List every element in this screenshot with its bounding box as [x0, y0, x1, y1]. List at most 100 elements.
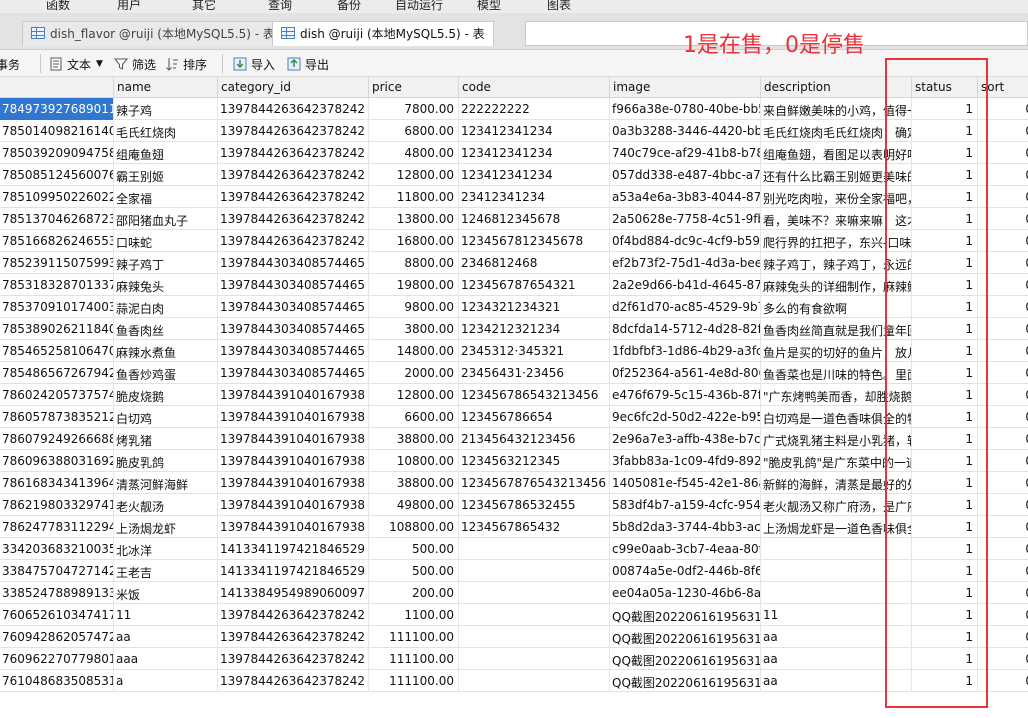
cell-image[interactable]: ee04a05a-1230-46b6-8ad: [610, 582, 761, 604]
table-row[interactable]: 7849739276890114 辣子鸡 1397844263642378242 78…: [0, 98, 1028, 120]
table-row[interactable]: 7853183287013378 麻辣兔头 1397844303408574465 1…: [0, 274, 1028, 296]
cell-code[interactable]: 123456787654321: [459, 274, 610, 296]
sort-button[interactable]: 排序: [165, 54, 207, 74]
table-row[interactable]: 7860242057375745 脆皮烧鹅 1397844391040167938 1…: [0, 384, 1028, 406]
cell-code[interactable]: 23456431·23456: [459, 362, 610, 384]
cell-id[interactable]: 7854865672679425: [0, 362, 114, 384]
cell-name[interactable]: aa: [114, 626, 218, 648]
table-row[interactable]: 7850392090947585 组庵鱼翅 1397844263642378242 4…: [0, 142, 1028, 164]
cell-image[interactable]: QQ截图20220616195631.p: [610, 648, 761, 670]
table-row[interactable]: 3384757047271425 王老吉 1413341197421846529 50…: [0, 560, 1028, 582]
table-row[interactable]: 3342036832100354 北冰洋 1413341197421846529 50…: [0, 538, 1028, 560]
cell-name[interactable]: 王老吉: [114, 560, 218, 582]
cell-category-id[interactable]: 1397844303408574465: [218, 362, 369, 384]
cell-price[interactable]: 3800.00: [369, 318, 459, 340]
cell-code[interactable]: 123456786532455: [459, 494, 610, 516]
cell-category-id[interactable]: 1397844391040167938: [218, 516, 369, 538]
cell-id[interactable]: 7853183287013378: [0, 274, 114, 296]
tab-dish-flavor[interactable]: dish_flavor @ruiji (本地MySQL5.5) - 表: [22, 21, 284, 46]
cell-name[interactable]: 辣子鸡: [114, 98, 218, 120]
cell-code[interactable]: 222222222: [459, 98, 610, 120]
cell-category-id[interactable]: 1397844263642378242: [218, 208, 369, 230]
cell-category-id[interactable]: 1397844263642378242: [218, 164, 369, 186]
cell-category-id[interactable]: 1397844303408574465: [218, 274, 369, 296]
cell-price[interactable]: 16800.00: [369, 230, 459, 252]
cell-code[interactable]: [459, 604, 610, 626]
cell-category-id[interactable]: 1397844391040167938: [218, 428, 369, 450]
cell-code[interactable]: 1234567865432: [459, 516, 610, 538]
cell-image[interactable]: QQ截图20220616195631.p: [610, 626, 761, 648]
cell-price[interactable]: 111100.00: [369, 626, 459, 648]
cell-image[interactable]: 3fabb83a-1c09-4fd9-892b: [610, 450, 761, 472]
column-header-code[interactable]: code: [459, 77, 610, 98]
cell-code[interactable]: [459, 626, 610, 648]
cell-id[interactable]: 7860242057375745: [0, 384, 114, 406]
cell-id[interactable]: 7850851245600769: [0, 164, 114, 186]
menu-item[interactable]: 其它: [192, 0, 216, 13]
cell-image[interactable]: QQ截图20220616195631.p: [610, 670, 761, 692]
cell-code[interactable]: 1234321234321: [459, 296, 610, 318]
cell-category-id[interactable]: 1397844303408574465: [218, 340, 369, 362]
cell-image[interactable]: f966a38e-0780-40be-bb5: [610, 98, 761, 120]
cell-category-id[interactable]: 1397844303408574465: [218, 318, 369, 340]
cell-name[interactable]: 邵阳猪血丸子: [114, 208, 218, 230]
cell-name[interactable]: 北冰洋: [114, 538, 218, 560]
table-row[interactable]: 7861683434139649 清蒸河鲜海鲜 139784439104016793…: [0, 472, 1028, 494]
cell-category-id[interactable]: 1397844391040167938: [218, 494, 369, 516]
cell-category-id[interactable]: 1397844263642378242: [218, 670, 369, 692]
cell-image[interactable]: e476f679-5c15-436b-87fa: [610, 384, 761, 406]
column-header-price[interactable]: price: [369, 77, 459, 98]
cell-id[interactable]: 3342036832100354: [0, 538, 114, 560]
cell-price[interactable]: 1100.00: [369, 604, 459, 626]
cell-id[interactable]: 7609622707798017: [0, 648, 114, 670]
table-row[interactable]: 3385247889891330 米饭 1413384954989060097 200…: [0, 582, 1028, 604]
cell-id[interactable]: 7850140982161409: [0, 120, 114, 142]
table-row[interactable]: 7854652581064706 麻辣水煮鱼 1397844303408574465…: [0, 340, 1028, 362]
column-header-id[interactable]: [0, 77, 114, 98]
cell-code[interactable]: 1234567812345678: [459, 230, 610, 252]
cell-image[interactable]: 583df4b7-a159-4cfc-9543: [610, 494, 761, 516]
cell-name[interactable]: 毛氏红烧肉: [114, 120, 218, 142]
cell-image[interactable]: 740c79ce-af29-41b8-b78: [610, 142, 761, 164]
cell-id[interactable]: 7853890262118402: [0, 318, 114, 340]
cell-image[interactable]: 2a50628e-7758-4c51-9fb: [610, 208, 761, 230]
table-row[interactable]: 7860578738352129 白切鸡 1397844391040167938 66…: [0, 406, 1028, 428]
cell-id[interactable]: 7862477831122945: [0, 516, 114, 538]
transaction-button[interactable]: 事务: [0, 54, 20, 74]
cell-image[interactable]: d2f61d70-ac85-4529-9b7: [610, 296, 761, 318]
cell-category-id[interactable]: 1397844303408574465: [218, 296, 369, 318]
export-button[interactable]: 导出: [287, 54, 329, 74]
table-row[interactable]: 7860963880316929 脆皮乳鸽 1397844391040167938 1…: [0, 450, 1028, 472]
table-row[interactable]: 7609622707798017 aaa 1397844263642378242 11…: [0, 648, 1028, 670]
table-row[interactable]: 7853709101740034 蒜泥白肉 1397844303408574465 9…: [0, 296, 1028, 318]
cell-image[interactable]: 1fdbfbf3-1d86-4b29-a3fc: [610, 340, 761, 362]
table-row[interactable]: 7862477831122945 上汤焗龙虾 1397844391040167938…: [0, 516, 1028, 538]
table-row[interactable]: 7851370462687234 邵阳猪血丸子 139784426364237824…: [0, 208, 1028, 230]
cell-price[interactable]: 49800.00: [369, 494, 459, 516]
cell-price[interactable]: 14800.00: [369, 340, 459, 362]
cell-category-id[interactable]: 1397844391040167938: [218, 384, 369, 406]
cell-code[interactable]: 1234212321234: [459, 318, 610, 340]
cell-image[interactable]: 1405081e-f545-42e1-86a: [610, 472, 761, 494]
cell-name[interactable]: 白切鸡: [114, 406, 218, 428]
column-header-category-id[interactable]: category_id: [218, 77, 369, 98]
cell-image[interactable]: 2e96a7e3-affb-438e-b7c3: [610, 428, 761, 450]
cell-price[interactable]: 12800.00: [369, 164, 459, 186]
cell-name[interactable]: 全家福: [114, 186, 218, 208]
cell-name[interactable]: 烤乳猪: [114, 428, 218, 450]
cell-name[interactable]: 脆皮乳鸽: [114, 450, 218, 472]
cell-name[interactable]: 霸王别姬: [114, 164, 218, 186]
cell-name[interactable]: 蒜泥白肉: [114, 296, 218, 318]
cell-image[interactable]: 8dcfda14-5712-4d28-82f: [610, 318, 761, 340]
cell-name[interactable]: 米饭: [114, 582, 218, 604]
cell-category-id[interactable]: 1397844263642378242: [218, 604, 369, 626]
cell-price[interactable]: 19800.00: [369, 274, 459, 296]
cell-price[interactable]: 11800.00: [369, 186, 459, 208]
cell-id[interactable]: 7854652581064706: [0, 340, 114, 362]
table-row[interactable]: 7850140982161409 毛氏红烧肉 1397844263642378242…: [0, 120, 1028, 142]
cell-id[interactable]: 7609428620574721: [0, 626, 114, 648]
cell-price[interactable]: 10800.00: [369, 450, 459, 472]
cell-code[interactable]: 1234563212345: [459, 450, 610, 472]
cell-id[interactable]: 3385247889891330: [0, 582, 114, 604]
cell-name[interactable]: aaa: [114, 648, 218, 670]
